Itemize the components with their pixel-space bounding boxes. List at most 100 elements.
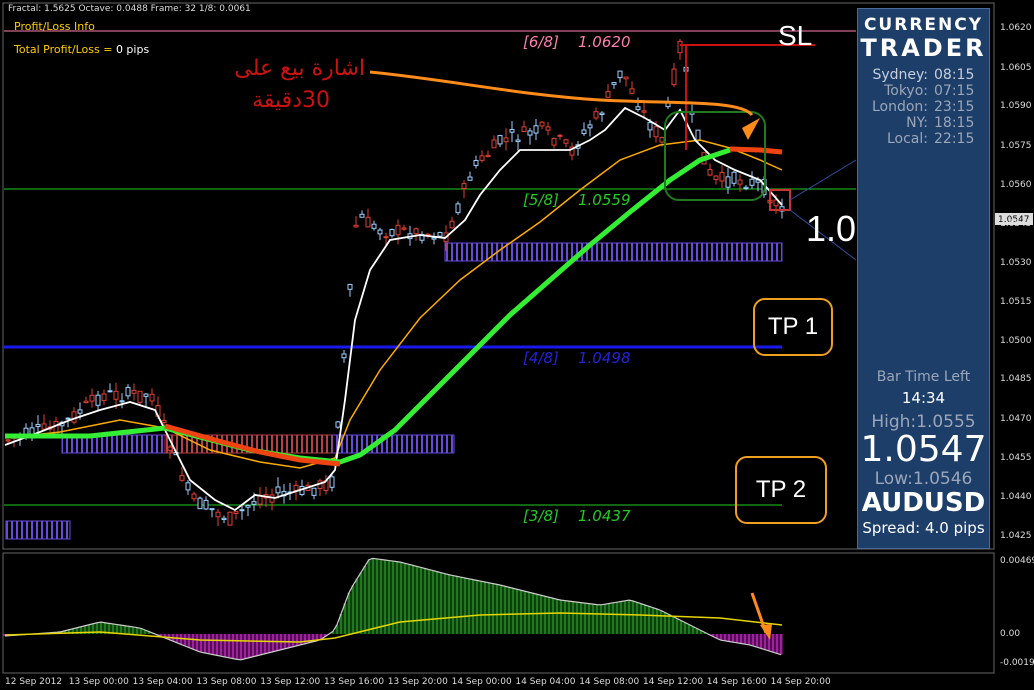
time-tick: 13 Sep 04:00 xyxy=(132,677,193,687)
time-tick: 13 Sep 08:00 xyxy=(196,677,257,687)
price-tick: 1.0530 xyxy=(1000,258,1032,268)
candle-body xyxy=(629,88,635,94)
candle-body xyxy=(341,353,347,359)
candle-body xyxy=(521,126,527,132)
candle-body xyxy=(437,232,443,237)
time-tick: 12 Sep 2012 xyxy=(5,677,63,687)
ma-red-right xyxy=(729,146,783,155)
session-time: 08:15 xyxy=(934,67,975,83)
candle-body xyxy=(41,423,47,430)
projection-line-up xyxy=(789,159,857,201)
candle-body xyxy=(71,411,77,423)
session-name: Local: xyxy=(886,131,928,147)
low-price: Low:1.0546 xyxy=(874,469,973,489)
candle-body xyxy=(185,482,191,491)
candle-body xyxy=(605,91,611,98)
candle-body xyxy=(239,509,245,512)
candle-body xyxy=(413,228,419,235)
candle-body xyxy=(497,135,503,145)
candle-body xyxy=(671,68,677,86)
level-5-8-label: [5/8] xyxy=(523,191,559,209)
candle-body xyxy=(695,129,701,141)
time-tick: 14 Sep 20:00 xyxy=(770,677,831,687)
candle-body xyxy=(479,155,485,161)
support-zone-right xyxy=(331,434,455,454)
candle-body xyxy=(611,82,617,85)
candle-body xyxy=(119,400,125,403)
candle-body xyxy=(647,122,653,131)
candle-body xyxy=(617,70,623,79)
price-tick: 1.0485 xyxy=(1000,374,1032,384)
main-chart-frame xyxy=(2,2,995,550)
osc-tick: 0.00469 xyxy=(1000,556,1034,566)
signal-arrow-line xyxy=(369,70,754,117)
level-6-8-label: [6/8] xyxy=(523,33,559,51)
price-tick: 1.0575 xyxy=(1000,141,1032,151)
candle-body xyxy=(275,486,281,494)
candle-body xyxy=(473,160,479,166)
price-tick: 1.0440 xyxy=(1000,492,1032,502)
panel-title-currency: CURRENCY xyxy=(863,15,984,35)
candle-body xyxy=(401,227,407,230)
time-tick: 14 Sep 04:00 xyxy=(515,677,576,687)
time-tick: 13 Sep 00:00 xyxy=(68,677,129,687)
candle-body xyxy=(101,393,107,401)
price-tick: 1.0560 xyxy=(1000,180,1032,190)
symbol-name: AUDUSD xyxy=(861,488,986,518)
arabic-signal-line1: اشارة بيع على xyxy=(234,56,365,81)
candle-body xyxy=(371,223,377,229)
candle-body xyxy=(311,487,317,496)
candle-body xyxy=(227,511,233,526)
candle-body xyxy=(35,423,41,427)
tp1-box: TP 1 xyxy=(753,298,833,356)
candle-body xyxy=(623,76,629,80)
candle-body xyxy=(125,386,131,397)
candle-body xyxy=(557,134,563,137)
candle-body xyxy=(743,186,749,189)
bar-time-left-value: 14:34 xyxy=(901,389,946,407)
tp2-box: TP 2 xyxy=(735,456,827,524)
arabic-signal-line2: 30دقيقة xyxy=(252,88,330,113)
candle-body xyxy=(113,390,119,400)
total-label-text: Total Profit/Loss xyxy=(14,43,100,56)
time-tick: 14 Sep 16:00 xyxy=(706,677,767,687)
level-5-8-value: 1.0559 xyxy=(578,191,631,209)
session-ny: NY: 18:15 xyxy=(858,115,989,131)
candle-body xyxy=(257,495,263,505)
candle-body xyxy=(509,129,515,133)
price-tick: 1.0590 xyxy=(1000,101,1032,111)
level-4-8-value: 1.0498 xyxy=(578,349,631,367)
session-name: NY: xyxy=(906,115,928,131)
session-time: 22:15 xyxy=(934,131,975,147)
session-sydney: Sydney: 08:15 xyxy=(858,67,989,83)
candle-body xyxy=(587,124,593,129)
session-time: 07:15 xyxy=(934,83,975,99)
candle-body xyxy=(131,389,137,394)
candle-body xyxy=(137,390,143,403)
price-tick: 1.0425 xyxy=(1000,531,1032,541)
session-list: Sydney: 08:15 Tokyo: 07:15 London: 23:15… xyxy=(858,67,989,147)
candle-body xyxy=(593,111,599,119)
candle-body xyxy=(209,508,215,511)
candle-body xyxy=(539,121,545,127)
panel-title-trader: TRADER xyxy=(860,34,987,62)
candle-body xyxy=(335,421,341,428)
session-local: Local: 22:15 xyxy=(858,131,989,147)
candle-body xyxy=(515,139,521,143)
price-tick: 1.0620 xyxy=(1000,23,1032,33)
sl-label: SL xyxy=(778,20,813,51)
level-3-8-value: 1.0437 xyxy=(578,507,631,525)
total-eq: = xyxy=(103,43,113,56)
osc-tick: 0.00 xyxy=(1000,629,1021,639)
candle-body xyxy=(149,393,155,402)
candle-body xyxy=(431,237,437,240)
candle-body xyxy=(179,475,185,481)
candle-body xyxy=(293,484,299,491)
time-tick: 14 Sep 08:00 xyxy=(579,677,640,687)
candle-body xyxy=(449,220,455,229)
candle-body xyxy=(719,171,725,182)
time-tick: 13 Sep 12:00 xyxy=(260,677,321,687)
candle-body xyxy=(725,176,731,188)
candle-body xyxy=(359,213,365,218)
candle-body xyxy=(563,139,569,144)
